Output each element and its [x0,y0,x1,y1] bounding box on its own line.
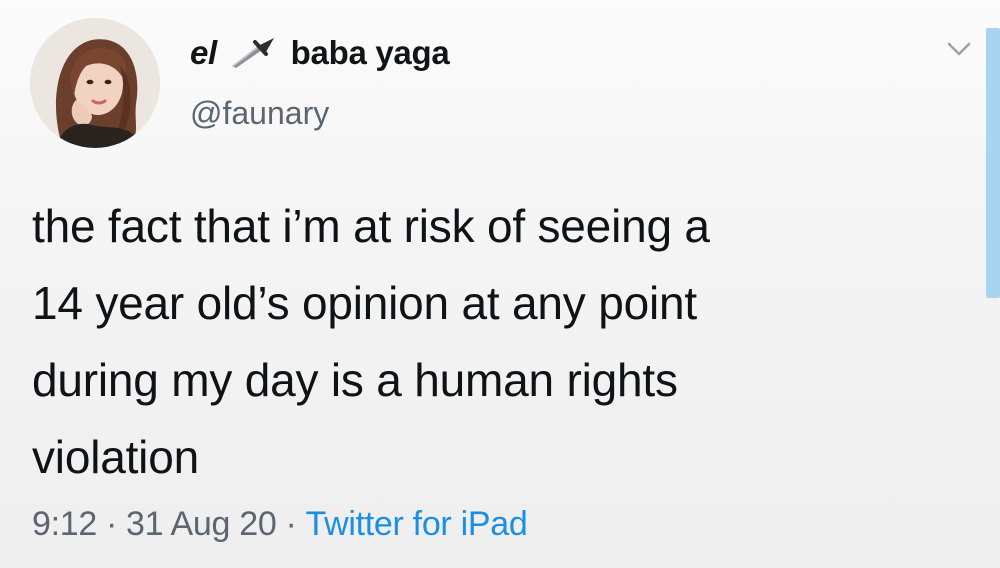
tweet-metadata: 9:12 · 31 Aug 20 · Twitter for iPad [32,505,528,544]
tweet-text-line: violation [32,431,199,483]
meta-separator: · [285,505,297,543]
author-name-prefix: el [190,34,217,71]
tweet-text-line: during my day is a human rights [32,354,678,406]
tweet-text: the fact that i’m at risk of seeing a 14… [32,188,962,496]
tweet-text-line: the fact that i’m at risk of seeing a [32,200,710,252]
tweet-time[interactable]: 9:12 [32,505,97,543]
tweet-source-link[interactable]: Twitter for iPad [306,505,528,543]
scroll-indicator[interactable] [986,28,1000,298]
avatar[interactable] [30,18,160,148]
meta-separator: · [105,505,118,543]
chevron-down-icon[interactable] [944,38,974,60]
author-display-name[interactable]: el baba yaga [190,34,450,72]
tweet-date[interactable]: 31 Aug 20 [126,505,277,543]
author-name-suffix: baba yaga [290,34,450,71]
tweet-card[interactable]: el baba yaga @faunary the fact that i’m … [0,0,1000,568]
author-handle[interactable]: @faunary [190,95,329,132]
tweet-text-line: 14 year old’s opinion at any point [32,277,697,329]
avatar-illustration [30,18,160,148]
dagger-icon [231,38,274,68]
